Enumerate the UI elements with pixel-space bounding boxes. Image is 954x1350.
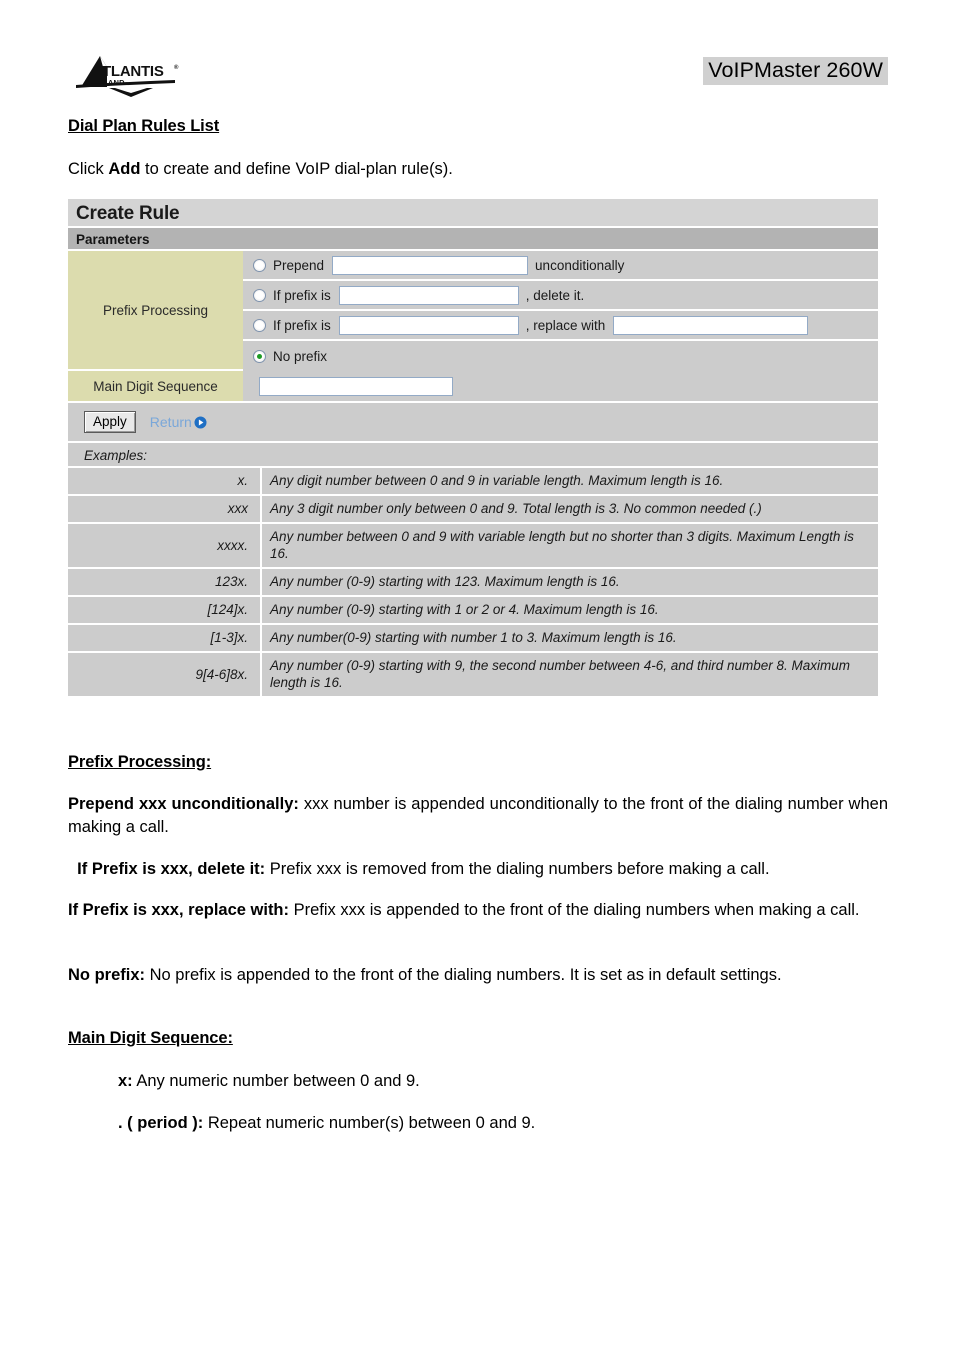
replace-prefix-row[interactable]: If prefix is , replace with: [243, 311, 878, 341]
product-title: VoIPMaster 260W: [703, 57, 888, 85]
prepend-term: Prepend xxx unconditionally:: [68, 795, 299, 813]
intro-prefix: Click: [68, 160, 109, 178]
table-row: xxx Any 3 digit number only between 0 an…: [68, 496, 878, 524]
main-digit-sequence-field: [243, 371, 878, 401]
document-page: TLANTIS ® LAND VoIPMaster 260W Dial Plan…: [0, 0, 954, 1350]
example-pattern: [124]x.: [68, 597, 262, 625]
panel-subtitle: Parameters: [68, 228, 878, 251]
no-prefix-explanation: No prefix: No prefix is appended to the …: [68, 964, 888, 987]
delete-explanation: If Prefix is xxx, delete it: Prefix xxx …: [68, 858, 890, 881]
table-row: xxxx. Any number between 0 and 9 with va…: [68, 524, 878, 569]
example-description: Any number between 0 and 9 with variable…: [262, 524, 878, 569]
create-rule-panel: Create Rule Parameters Prefix Processing…: [68, 199, 878, 696]
prepend-label: Prepend: [273, 257, 325, 273]
example-pattern: xxxx.: [68, 524, 262, 569]
prefix-processing-label: Prefix Processing: [68, 251, 243, 371]
delete-description: Prefix xxx is removed from the dialing n…: [265, 860, 770, 878]
svg-text:TLANTIS: TLANTIS: [102, 63, 164, 80]
example-pattern: 123x.: [68, 569, 262, 597]
example-pattern: x.: [68, 468, 262, 496]
period-definition: . ( period ): Repeat numeric number(s) b…: [118, 1112, 878, 1135]
radio-delete-prefix[interactable]: [253, 288, 266, 302]
page-title: Dial Plan Rules List: [68, 117, 220, 135]
page-header: TLANTIS ® LAND VoIPMaster 260W: [0, 0, 954, 100]
table-row: [1-3]x. Any number(0-9) starting with nu…: [68, 625, 878, 653]
period-description: Repeat numeric number(s) between 0 and 9…: [203, 1114, 536, 1132]
x-description: Any numeric number between 0 and 9.: [132, 1072, 420, 1090]
example-description: Any number (0-9) starting with 123. Maxi…: [262, 569, 878, 597]
example-description: Any number (0-9) starting with 1 or 2 or…: [262, 597, 878, 625]
example-description: Any 3 digit number only between 0 and 9.…: [262, 496, 878, 524]
apply-button[interactable]: Apply: [84, 411, 136, 433]
delete-prefix-suffix: , delete it.: [525, 287, 585, 303]
delete-term: If Prefix is xxx, delete it:: [77, 860, 266, 878]
period-term: . ( period ):: [118, 1114, 204, 1132]
main-digit-sequence-heading: Main Digit Sequence:: [68, 1029, 233, 1047]
examples-table: x. Any digit number between 0 and 9 in v…: [68, 468, 878, 696]
no-prefix-description: No prefix is appended to the front of th…: [145, 966, 782, 984]
radio-prepend[interactable]: [253, 258, 266, 272]
replace-description: Prefix xxx is appended to the front of t…: [289, 901, 860, 919]
table-row: 123x. Any number (0-9) starting with 123…: [68, 569, 878, 597]
main-digit-sequence-input[interactable]: [259, 376, 453, 396]
replace-with-input[interactable]: [613, 315, 809, 335]
main-digit-sequence-label: Main Digit Sequence: [68, 371, 243, 401]
replace-prefix-label: If prefix is: [273, 317, 331, 333]
return-link-label: Return: [149, 414, 192, 430]
table-row: 9[4-6]8x. Any number (0-9) starting with…: [68, 653, 878, 696]
panel-actions: Apply Return: [68, 401, 878, 443]
intro-suffix: to create and define VoIP dial-plan rule…: [140, 160, 453, 178]
replace-term: If Prefix is xxx, replace with:: [68, 901, 290, 919]
no-prefix-term: No prefix:: [68, 966, 146, 984]
example-description: Any number(0-9) starting with number 1 t…: [262, 625, 878, 653]
table-row: x. Any digit number between 0 and 9 in v…: [68, 468, 878, 496]
example-pattern: 9[4-6]8x.: [68, 653, 262, 696]
replace-explanation: If Prefix is xxx, replace with: Prefix x…: [68, 899, 888, 922]
table-row: [124]x. Any number (0-9) starting with 1…: [68, 597, 878, 625]
prepend-input[interactable]: [332, 255, 529, 275]
replace-prefix-suffix: , replace with: [525, 317, 606, 333]
no-prefix-row[interactable]: No prefix: [243, 341, 878, 371]
example-description: Any digit number between 0 and 9 in vari…: [262, 468, 878, 496]
x-definition: x: Any numeric number between 0 and 9.: [118, 1070, 878, 1093]
example-description: Any number (0-9) starting with 9, the se…: [262, 653, 878, 696]
prefix-processing-heading: Prefix Processing:: [68, 753, 212, 771]
prepend-row[interactable]: Prepend unconditionally: [243, 251, 878, 281]
delete-prefix-label: If prefix is: [273, 287, 331, 303]
intro-paragraph: Click Add to create and define VoIP dial…: [68, 158, 888, 181]
prepend-suffix: unconditionally: [535, 257, 625, 273]
prefix-options-group: Prepend unconditionally If prefix is , d…: [243, 251, 878, 371]
examples-caption: Examples:: [68, 443, 878, 468]
example-pattern: xxx: [68, 496, 262, 524]
delete-prefix-row[interactable]: If prefix is , delete it.: [243, 281, 878, 311]
main-digit-sequence-section: Main Digit Sequence: [68, 371, 878, 401]
replace-prefix-input[interactable]: [338, 315, 519, 335]
radio-replace-prefix[interactable]: [253, 318, 266, 332]
atlantis-land-logo: TLANTIS ® LAND: [72, 52, 180, 98]
svg-text:®: ®: [174, 64, 179, 71]
play-arrow-icon: [194, 415, 207, 429]
example-pattern: [1-3]x.: [68, 625, 262, 653]
return-link[interactable]: Return: [150, 414, 207, 430]
no-prefix-label: No prefix: [273, 348, 328, 364]
prefix-processing-section: Prefix Processing Prepend unconditionall…: [68, 251, 878, 371]
x-term: x:: [118, 1072, 133, 1090]
intro-bold-add: Add: [108, 160, 141, 178]
radio-no-prefix[interactable]: [253, 349, 266, 363]
prepend-explanation: Prepend xxx unconditionally: xxx number …: [68, 793, 888, 839]
panel-title: Create Rule: [68, 199, 878, 228]
delete-prefix-input[interactable]: [338, 285, 519, 305]
